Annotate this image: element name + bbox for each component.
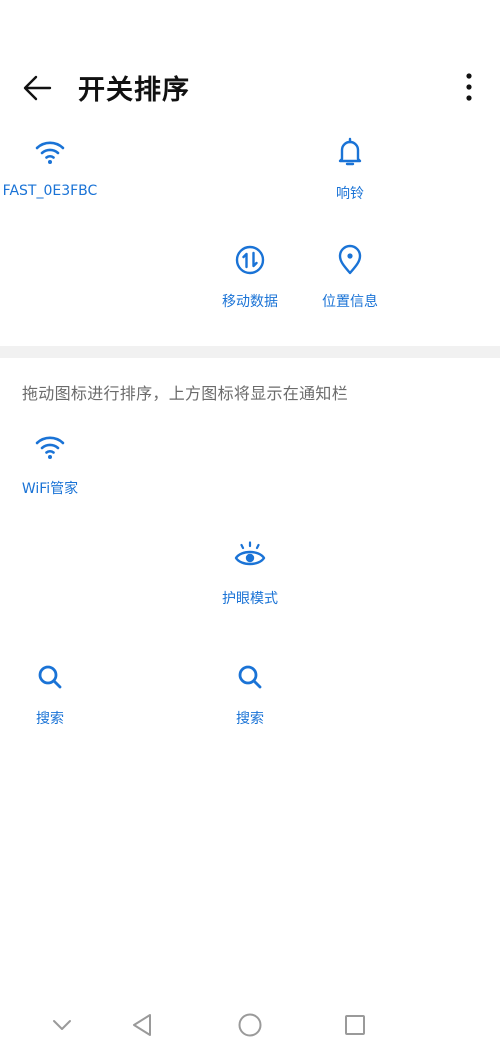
page-title: 开关排序	[78, 75, 190, 106]
eye-icon	[234, 541, 266, 566]
tile-ring[interactable]: 响铃	[300, 135, 400, 203]
tile-label: WiFi管家	[21, 481, 79, 497]
app-bar: 开关排序	[0, 60, 500, 116]
tile-eye-comfort[interactable]: 护眼模式	[200, 540, 300, 608]
tile-wifi[interactable]: FAST_0E3FBC	[0, 135, 100, 199]
sort-hint-text: 拖动图标进行排序，上方图标将显示在通知栏	[22, 384, 349, 403]
tile-label: 搜索	[236, 711, 264, 727]
tile-search-2[interactable]: 搜索	[200, 660, 300, 728]
tile-label: 护眼模式	[222, 591, 278, 607]
location-pin-icon	[338, 244, 362, 275]
chevron-down-icon	[53, 1020, 71, 1030]
tile-label: 位置信息	[322, 294, 378, 310]
tile-location[interactable]: 位置信息	[300, 243, 400, 311]
more-vertical-icon	[466, 73, 472, 101]
tile-label: FAST_0E3FBC	[2, 183, 98, 199]
bell-icon	[338, 137, 362, 166]
nav-home-button[interactable]	[235, 1010, 265, 1040]
nav-recents-button[interactable]	[340, 1010, 370, 1040]
recents-square-icon	[345, 1015, 365, 1035]
mobile-data-icon	[235, 245, 265, 275]
system-nav-bar	[0, 1000, 500, 1050]
tile-search[interactable]: 搜索	[0, 660, 100, 728]
arrow-left-icon	[23, 75, 52, 101]
nav-collapse-button[interactable]	[47, 1010, 77, 1040]
search-icon	[238, 665, 262, 689]
back-triangle-icon	[133, 1014, 151, 1036]
tile-label: 搜索	[36, 711, 64, 727]
back-button[interactable]	[20, 72, 56, 104]
wifi-icon	[35, 436, 65, 459]
tile-mobile-data[interactable]: 移动数据	[200, 243, 300, 311]
tile-label: 移动数据	[222, 294, 278, 310]
tile-label: 响铃	[336, 186, 364, 202]
section-divider	[0, 346, 500, 358]
nav-back-button[interactable]	[128, 1010, 158, 1040]
more-options-button[interactable]	[452, 70, 486, 106]
wifi-icon	[35, 141, 65, 164]
tile-wifi-manager[interactable]: WiFi管家	[0, 430, 100, 498]
home-circle-icon	[238, 1013, 262, 1037]
search-icon	[38, 665, 62, 689]
